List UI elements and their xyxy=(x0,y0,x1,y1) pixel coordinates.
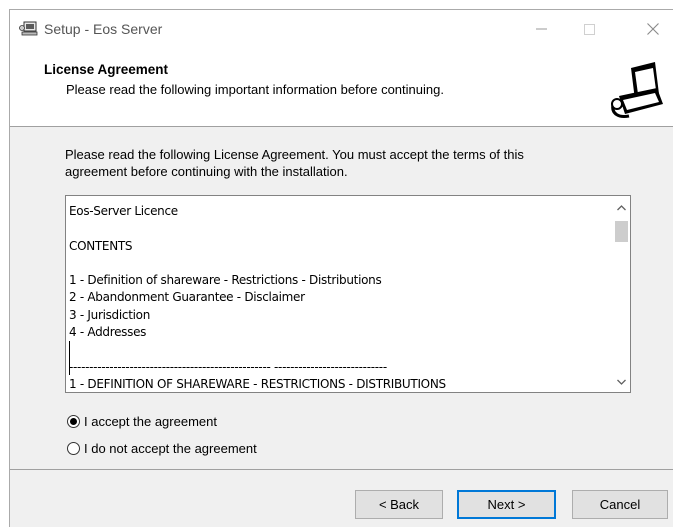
page-subtitle: Please read the following important info… xyxy=(66,82,444,97)
wizard-header: License Agreement Please read the follow… xyxy=(10,48,673,127)
maximize-icon xyxy=(583,23,595,35)
license-line: 4 - Addresses xyxy=(69,325,147,340)
back-button[interactable]: < Back xyxy=(355,490,443,519)
setup-window: Setup - Eos Server License Agreement Ple… xyxy=(9,9,673,527)
license-line: Eos-Server Licence xyxy=(69,204,178,218)
page-title: License Agreement xyxy=(44,62,169,77)
cancel-button[interactable]: Cancel xyxy=(572,490,668,519)
instructions-line-1: Please read the following License Agreem… xyxy=(65,147,524,162)
minimize-button[interactable] xyxy=(518,10,564,48)
license-line: CONTENTS xyxy=(69,238,133,253)
chevron-down-icon xyxy=(617,379,626,385)
scroll-thumb[interactable] xyxy=(615,221,628,242)
license-text-box[interactable]: Eos-Server Licence CONTENTS 1 - Definiti… xyxy=(65,195,631,393)
license-line xyxy=(69,255,609,272)
instructions-line-2: agreement before continuing with the ins… xyxy=(65,164,348,179)
decline-label[interactable]: I do not accept the agreement xyxy=(84,441,257,456)
license-line xyxy=(69,341,609,358)
install-computer-icon xyxy=(609,58,667,120)
license-line: ----------------------------------------… xyxy=(69,359,387,374)
setup-computer-icon xyxy=(19,21,38,36)
accept-option[interactable]: I accept the agreement xyxy=(67,414,217,429)
maximize-button[interactable] xyxy=(566,10,612,48)
footer-divider xyxy=(10,469,673,470)
scroll-down-button[interactable] xyxy=(613,373,630,390)
decline-radio[interactable] xyxy=(67,442,80,455)
license-line: 3 - Jurisdiction xyxy=(69,307,150,322)
license-line xyxy=(69,220,609,237)
decline-option[interactable]: I do not accept the agreement xyxy=(67,441,257,456)
license-text-content: Eos-Server Licence CONTENTS 1 - Definiti… xyxy=(69,203,609,392)
title-bar: Setup - Eos Server xyxy=(10,10,673,48)
window-title: Setup - Eos Server xyxy=(44,21,163,37)
text-cursor xyxy=(69,341,70,375)
chevron-up-icon xyxy=(617,204,626,210)
instructions-text: Please read the following License Agreem… xyxy=(65,146,625,180)
license-line: 2 - Abandonment Guarantee - Disclaimer xyxy=(69,290,305,305)
minimize-icon xyxy=(535,28,547,30)
accept-label[interactable]: I accept the agreement xyxy=(84,414,217,429)
license-line: 1 - DEFINITION OF SHAREWARE - RESTRICTIO… xyxy=(69,376,446,391)
license-scrollbar[interactable] xyxy=(613,196,630,392)
scroll-up-button[interactable] xyxy=(613,199,630,216)
next-button[interactable]: Next > xyxy=(457,490,556,519)
accept-radio[interactable] xyxy=(67,415,80,428)
radio-selected-dot xyxy=(70,418,77,425)
license-line: 1 - Definition of shareware - Restrictio… xyxy=(69,273,382,288)
close-button[interactable] xyxy=(630,10,673,48)
close-icon xyxy=(647,23,659,35)
